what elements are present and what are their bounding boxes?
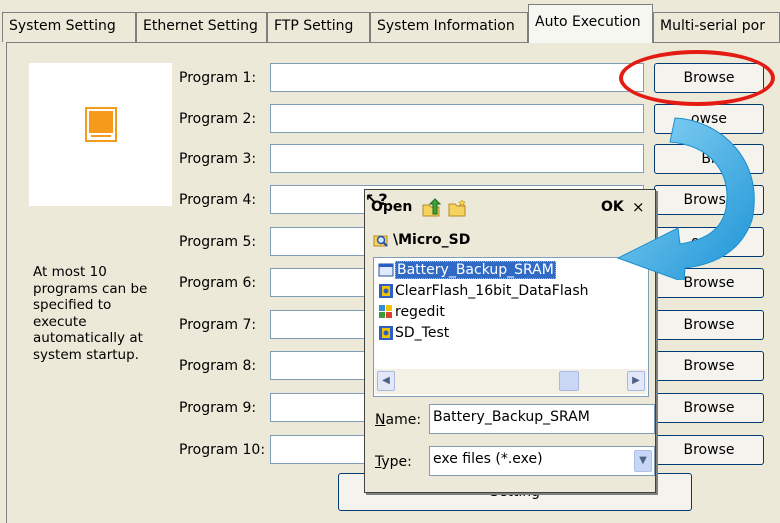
program-label-7: Program 7: <box>179 317 257 333</box>
browse-button-7[interactable]: Browse <box>654 310 764 340</box>
program-label-3: Program 3: <box>179 151 257 167</box>
file-type-select[interactable]: exe files (*.exe) ▼ <box>429 446 655 476</box>
program-label-1: Program 1: <box>179 70 257 86</box>
exe-app-icon <box>379 326 393 340</box>
current-path: \Micro_SD <box>373 232 470 254</box>
tab-system-information[interactable]: System Information <box>370 12 528 42</box>
program-label-5: Program 5: <box>179 234 257 250</box>
up-folder-icon[interactable] <box>421 198 441 218</box>
file-name: SD_Test <box>395 325 450 341</box>
tab-auto-execution[interactable]: Auto Execution <box>528 4 653 43</box>
dialog-close-button[interactable]: × <box>632 198 645 216</box>
program-label-9: Program 9: <box>179 400 257 416</box>
file-item-sd-test[interactable]: SD_Test <box>378 323 449 344</box>
program-input-3[interactable] <box>270 144 644 173</box>
scroll-left-icon[interactable]: ◀ <box>377 371 395 391</box>
file-type-value: exe files (*.exe) <box>433 451 543 467</box>
current-path-label: \Micro_SD <box>393 232 471 248</box>
scroll-right-icon[interactable]: ▶ <box>627 371 645 391</box>
browse-button-9[interactable]: Browse <box>654 393 764 423</box>
exe-app-icon <box>379 284 393 298</box>
horizontal-scrollbar[interactable]: ◀ ▶ <box>375 369 647 394</box>
dialog-title: Open <box>371 199 413 215</box>
dialog-ok-button[interactable]: OK <box>601 199 624 215</box>
logo-panel <box>29 63 172 206</box>
browse-button-8[interactable]: Browse <box>654 351 764 381</box>
browse-button-3[interactable]: Br <box>654 144 764 174</box>
file-name-input[interactable]: Battery_Backup_SRAM <box>429 404 655 434</box>
program-label-10: Program 10: <box>179 442 266 458</box>
file-list: Battery_Backup_SRAM ClearFlash_16bit_Dat… <box>373 257 649 397</box>
browse-button-1[interactable]: Browse <box>654 63 764 93</box>
dialog-toolbar: Open ↖? OK × <box>365 190 655 228</box>
new-folder-icon[interactable] <box>447 198 467 218</box>
description-text: At most 10 programs can be specified to … <box>33 264 148 363</box>
name-label: Name: <box>375 412 421 428</box>
browse-button-10[interactable]: Browse <box>654 435 764 465</box>
scroll-thumb[interactable] <box>559 371 579 391</box>
browse-button-2[interactable]: owse <box>654 104 764 134</box>
file-name: regedit <box>395 304 445 320</box>
browse-button-4[interactable]: Browse <box>654 185 764 215</box>
tab-ethernet-setting[interactable]: Ethernet Setting <box>136 12 267 42</box>
tab-system-setting[interactable]: System Setting <box>2 12 136 42</box>
open-file-dialog: Open ↖? OK × \Micro_SD Battery_Backup_SR… <box>364 189 656 493</box>
tab-multi-serial-port[interactable]: Multi-serial por <box>653 12 780 42</box>
name-label-mnemonic: N <box>375 412 386 428</box>
folder-search-icon <box>373 235 388 247</box>
file-item-regedit[interactable]: regedit <box>378 302 445 323</box>
regedit-icon <box>379 305 392 318</box>
file-name: ClearFlash_16bit_DataFlash <box>395 283 589 299</box>
program-input-1[interactable] <box>270 63 644 92</box>
type-label: Type: <box>375 454 412 470</box>
program-label-6: Program 6: <box>179 275 257 291</box>
program-label-4: Program 4: <box>179 192 257 208</box>
program-label-8: Program 8: <box>179 358 257 374</box>
program-label-2: Program 2: <box>179 111 257 127</box>
exe-window-icon <box>378 263 394 277</box>
file-item-clearflash[interactable]: ClearFlash_16bit_DataFlash <box>378 281 589 302</box>
file-item-battery-backup-sram[interactable]: Battery_Backup_SRAM <box>378 260 556 281</box>
type-label-text: ype: <box>381 454 412 470</box>
browse-button-5[interactable]: owse <box>654 227 764 257</box>
chevron-down-icon[interactable]: ▼ <box>634 450 652 472</box>
tab-ftp-setting[interactable]: FTP Setting <box>267 12 370 42</box>
browse-button-6[interactable]: Browse <box>654 268 764 298</box>
name-label-text: ame: <box>385 412 422 428</box>
file-name: Battery_Backup_SRAM <box>395 261 556 279</box>
tab-bar: System Setting Ethernet Setting FTP Sett… <box>0 0 780 44</box>
program-input-2[interactable] <box>270 104 644 133</box>
monitor-icon <box>85 107 117 142</box>
